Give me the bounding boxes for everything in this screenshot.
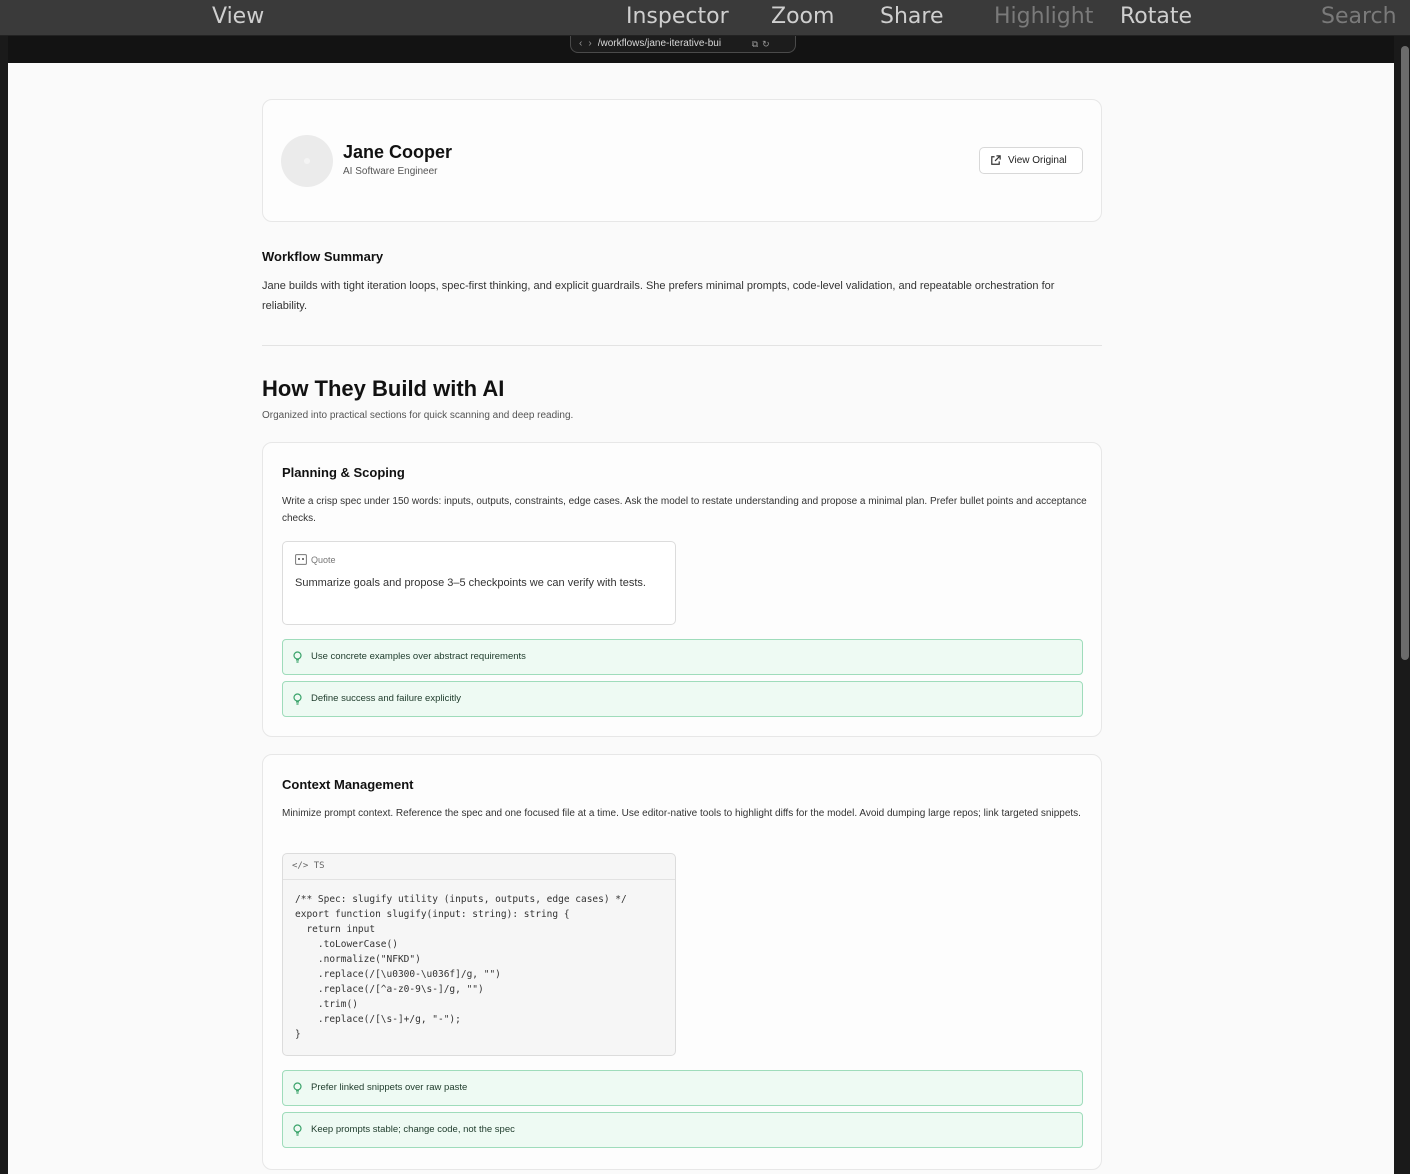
code-language: TS — [313, 861, 325, 871]
quote-header: Quote — [295, 554, 336, 565]
section-title: Planning & Scoping — [282, 465, 405, 480]
reload-icon[interactable]: ↻ — [762, 36, 770, 52]
external-link-icon[interactable]: ⧉ — [752, 36, 758, 52]
tip-item: Use concrete examples over abstract requ… — [282, 639, 1083, 675]
profile-role: AI Software Engineer — [343, 166, 438, 177]
code-icon: </> — [292, 861, 309, 871]
menu-highlight[interactable]: Highlight — [994, 4, 1093, 29]
chevron-left-icon[interactable]: ‹ — [579, 36, 582, 52]
code-content: /** Spec: slugify utility (inputs, outpu… — [295, 894, 627, 1040]
scrollbar-thumb[interactable] — [1401, 46, 1409, 660]
menu-view[interactable]: View — [212, 4, 264, 29]
profile-name: Jane Cooper — [343, 142, 453, 162]
lightbulb-icon — [293, 693, 302, 705]
menu-bar: View Inspector Zoom Share Highlight Rota… — [0, 0, 1410, 36]
tip-text: Define success and failure explicitly — [311, 693, 461, 704]
browser-toolbar: ‹ › /workflows/jane-iterative-bui ⧉ ↻ — [8, 36, 1394, 63]
quote-block: Quote Summarize goals and propose 3–5 ch… — [282, 541, 676, 625]
profile-card: Jane Cooper AI Software Engineer View Or… — [262, 99, 1102, 222]
section-title: Context Management — [282, 777, 414, 792]
section-card-context: Context Management Minimize prompt conte… — [262, 754, 1102, 1170]
quote-text: Summarize goals and propose 3–5 checkpoi… — [295, 577, 646, 589]
menu-inspector[interactable]: Inspector — [626, 4, 729, 29]
page-viewport: Jane Cooper AI Software Engineer View Or… — [8, 63, 1394, 1174]
section-card-planning: Planning & Scoping Write a crisp spec un… — [262, 442, 1102, 737]
view-original-label: View Original — [1008, 155, 1067, 166]
tip-item: Define success and failure explicitly — [282, 681, 1083, 717]
menu-zoom[interactable]: Zoom — [771, 4, 834, 29]
summary-heading: Workflow Summary — [262, 249, 384, 264]
menu-rotate[interactable]: Rotate — [1120, 4, 1192, 29]
section-divider — [262, 345, 1102, 346]
lightbulb-icon — [293, 651, 302, 663]
menu-share[interactable]: Share — [880, 4, 944, 29]
tip-text: Use concrete examples over abstract requ… — [311, 651, 526, 662]
address-bar[interactable]: ‹ › /workflows/jane-iterative-bui ⧉ ↻ — [570, 36, 796, 53]
tip-item: Keep prompts stable; change code, not th… — [282, 1112, 1083, 1148]
avatar — [281, 135, 333, 187]
menu-search[interactable]: Search — [1321, 4, 1397, 29]
tip-text: Prefer linked snippets over raw paste — [311, 1082, 468, 1093]
tip-text: Keep prompts stable; change code, not th… — [311, 1124, 515, 1135]
lightbulb-icon — [293, 1082, 302, 1094]
code-header: </> TS — [283, 854, 675, 880]
section-description: Write a crisp spec under 150 words: inpu… — [282, 496, 1087, 524]
main-subheading: Organized into practical sections for qu… — [262, 410, 574, 421]
main-heading: How They Build with AI — [262, 376, 505, 401]
address-url[interactable]: /workflows/jane-iterative-bui — [598, 36, 748, 52]
summary-text: Jane builds with tight iteration loops, … — [262, 280, 1055, 312]
code-block: </> TS /** Spec: slugify utility (inputs… — [282, 853, 676, 1056]
window-left-edge — [0, 36, 8, 1174]
quote-icon — [295, 554, 307, 565]
chevron-right-icon[interactable]: › — [588, 36, 591, 52]
section-description: Minimize prompt context. Reference the s… — [282, 808, 1081, 819]
quote-label: Quote — [311, 555, 336, 565]
external-link-icon — [991, 155, 1001, 165]
lightbulb-icon — [293, 1124, 302, 1136]
tip-item: Prefer linked snippets over raw paste — [282, 1070, 1083, 1106]
view-original-button[interactable]: View Original — [979, 147, 1083, 174]
